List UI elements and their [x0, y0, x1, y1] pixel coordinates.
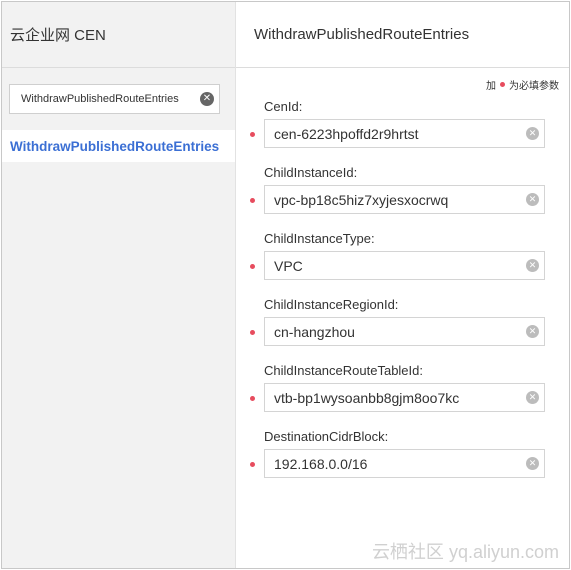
- api-search: ✕: [9, 84, 220, 114]
- legend-prefix: 加: [486, 81, 496, 92]
- field-box: ✕: [264, 449, 545, 478]
- field-box: ✕: [264, 185, 545, 214]
- required-legend: 加 为必填参数: [486, 77, 559, 92]
- api-list: WithdrawPublishedRouteEntries: [2, 130, 235, 162]
- sidebar: 云企业网 CEN ✕ WithdrawPublishedRouteEntries: [2, 2, 236, 568]
- field-box: ✕: [264, 317, 545, 346]
- required-dot-icon: [500, 82, 505, 87]
- api-search-input[interactable]: [10, 85, 190, 113]
- required-dot-icon: [250, 330, 255, 335]
- child-instance-id-input[interactable]: [265, 186, 515, 213]
- clear-icon[interactable]: ✕: [526, 259, 539, 272]
- clear-search-icon[interactable]: ✕: [200, 92, 214, 106]
- field-label: ChildInstanceRegionId:: [264, 297, 399, 312]
- clear-icon[interactable]: ✕: [526, 193, 539, 206]
- field-label: CenId:: [264, 99, 303, 114]
- field-box: ✕: [264, 383, 545, 412]
- child-instance-region-id-input[interactable]: [265, 318, 515, 345]
- legend-suffix: 为必填参数: [509, 81, 559, 92]
- watermark: 云栖社区 yq.aliyun.com: [371, 542, 559, 562]
- field-box: ✕: [264, 119, 545, 148]
- field-label: ChildInstanceId:: [264, 165, 358, 180]
- field-label: ChildInstanceRouteTableId:: [264, 363, 423, 378]
- field-label: DestinationCidrBlock:: [264, 429, 389, 444]
- clear-icon[interactable]: ✕: [526, 325, 539, 338]
- clear-icon[interactable]: ✕: [526, 391, 539, 404]
- field-label: ChildInstanceType:: [264, 231, 375, 246]
- required-dot-icon: [250, 198, 255, 203]
- main-panel: WithdrawPublishedRouteEntries 加 为必填参数 Ce…: [236, 2, 569, 568]
- cen-id-input[interactable]: [265, 120, 515, 147]
- sidebar-title: 云企业网 CEN: [2, 2, 235, 68]
- app-frame: 云企业网 CEN ✕ WithdrawPublishedRouteEntries…: [1, 1, 570, 569]
- required-dot-icon: [250, 264, 255, 269]
- child-instance-route-table-id-input[interactable]: [265, 384, 515, 411]
- sidebar-item-withdraw-published-route-entries[interactable]: WithdrawPublishedRouteEntries: [2, 130, 235, 162]
- required-dot-icon: [250, 396, 255, 401]
- child-instance-type-input[interactable]: [265, 252, 515, 279]
- clear-icon[interactable]: ✕: [526, 127, 539, 140]
- destination-cidr-block-input[interactable]: [265, 450, 515, 477]
- required-dot-icon: [250, 132, 255, 137]
- required-dot-icon: [250, 462, 255, 467]
- page-title: WithdrawPublishedRouteEntries: [236, 2, 569, 68]
- clear-icon[interactable]: ✕: [526, 457, 539, 470]
- field-box: ✕: [264, 251, 545, 280]
